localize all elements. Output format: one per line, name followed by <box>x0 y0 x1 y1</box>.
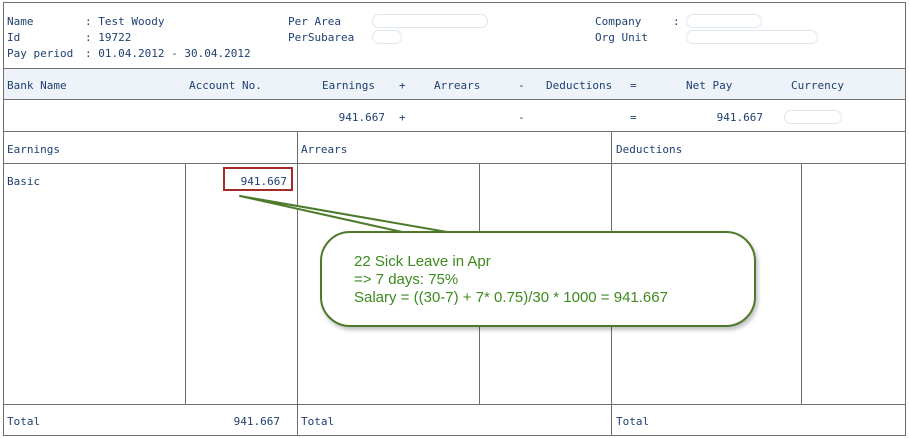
annotation-line-3: Salary = ((30-7) + 7* 0.75)/30 * 1000 = … <box>354 289 668 306</box>
annotation-callout: 22 Sick Leave in Apr => 7 days: 75% Sala… <box>320 231 756 327</box>
annotation-line-1: 22 Sick Leave in Apr <box>354 253 491 270</box>
annotation-line-2: => 7 days: 75% <box>354 271 459 288</box>
callout-pointer <box>239 195 471 237</box>
